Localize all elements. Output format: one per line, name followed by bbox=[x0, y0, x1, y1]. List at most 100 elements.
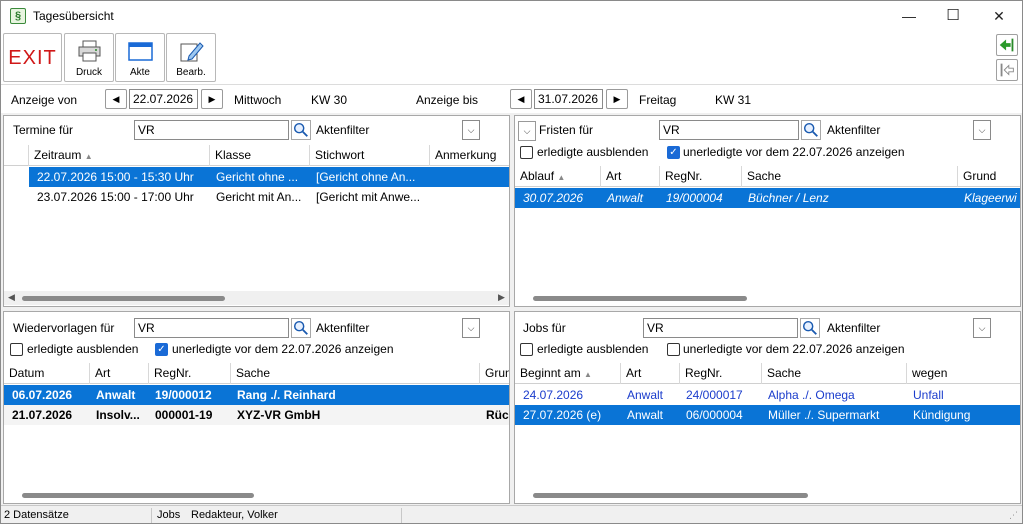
table-row[interactable]: 30.07.2026 Anwalt 19/000004 Büchner / Le… bbox=[515, 188, 1020, 208]
sort-asc-icon: ▲ bbox=[584, 370, 592, 379]
magnifier-icon bbox=[803, 122, 818, 137]
scrollbar-thumb[interactable] bbox=[533, 493, 808, 498]
deadlines-search-button[interactable] bbox=[801, 120, 821, 140]
edit-button[interactable]: Bearb. bbox=[166, 33, 216, 82]
column-header[interactable]: wegen bbox=[907, 363, 1020, 384]
column-header[interactable]: Art bbox=[601, 166, 660, 187]
table-cell: 21.07.2026 bbox=[12, 408, 73, 422]
status-bar: 2 Datensätze Jobs Redakteur, Volker ⋰ bbox=[1, 505, 1022, 523]
date-from-next-button[interactable]: ▶ bbox=[201, 89, 223, 109]
date-range-bar: Anzeige von ◀ 22.07.2026 ▶ Mittwoch KW 3… bbox=[1, 85, 1022, 113]
column-header[interactable]: Art bbox=[621, 363, 680, 384]
date-to-field[interactable]: 31.07.2026 bbox=[534, 89, 603, 109]
appointments-panel: Termine für VR Aktenfilter ⌵ Zeitraum ▲ … bbox=[3, 115, 510, 307]
hide-done-label: erledigte ausblenden bbox=[537, 342, 649, 356]
deadlines-collapse-toggle[interactable]: ⌵ bbox=[518, 121, 536, 141]
scrollbar-thumb[interactable] bbox=[22, 296, 225, 301]
maximize-button[interactable]: ☐ bbox=[930, 1, 976, 31]
column-header[interactable]: Beginnt am ▲ bbox=[515, 363, 621, 384]
jobs-label: Jobs für bbox=[523, 321, 566, 335]
date-to-next-button[interactable]: ▶ bbox=[606, 89, 628, 109]
close-button[interactable]: ✕ bbox=[976, 1, 1022, 31]
table-row[interactable]: 21.07.2026 Insolv... 000001-19 XYZ-VR Gm… bbox=[4, 405, 509, 425]
exit-button[interactable]: EXIT bbox=[3, 33, 62, 82]
table-row[interactable]: 22.07.2026 15:00 - 15:30 Uhr Gericht ohn… bbox=[4, 167, 509, 187]
show-open-label: unerledigte vor dem 22.07.2026 anzeigen bbox=[683, 145, 905, 159]
column-header[interactable]: Sache bbox=[742, 166, 958, 187]
appointments-search-input[interactable]: VR bbox=[134, 120, 289, 140]
table-cell: 06/000004 bbox=[686, 408, 743, 422]
date-from-prev-button[interactable]: ◀ bbox=[105, 89, 127, 109]
magnifier-icon bbox=[293, 320, 308, 335]
print-button[interactable]: Druck bbox=[64, 33, 114, 82]
table-cell: Anwalt bbox=[607, 191, 644, 205]
horizontal-scrollbar[interactable]: ◀ ▶ bbox=[4, 291, 509, 305]
date-to-prev-button[interactable]: ◀ bbox=[510, 89, 532, 109]
table-cell: 19/000004 bbox=[666, 191, 723, 205]
column-header[interactable]: Datum bbox=[4, 363, 90, 384]
column-header[interactable]: Anmerkung bbox=[430, 145, 509, 166]
chevron-down-icon: ⌵ bbox=[467, 323, 475, 333]
horizontal-scrollbar[interactable] bbox=[515, 488, 1020, 502]
deadlines-search-input[interactable]: VR bbox=[659, 120, 799, 140]
file-button[interactable]: Akte bbox=[115, 33, 165, 82]
resubmissions-table-header: Datum Art RegNr. Sache Grun bbox=[4, 363, 509, 384]
deadlines-panel: ⌵ Fristen für VR Aktenfilter ⌵ erledigte… bbox=[514, 115, 1021, 307]
minimize-button[interactable]: — bbox=[886, 1, 932, 31]
deadlines-filter-dropdown[interactable]: ⌵ bbox=[973, 120, 991, 140]
column-header[interactable]: Grun bbox=[480, 363, 509, 384]
column-header[interactable]: RegNr. bbox=[660, 166, 742, 187]
jobs-search-button[interactable] bbox=[800, 318, 820, 338]
appointments-filter-dropdown[interactable]: ⌵ bbox=[462, 120, 480, 140]
column-header[interactable]: Sache bbox=[762, 363, 907, 384]
deadlines-label: Fristen für bbox=[539, 123, 594, 137]
column-header[interactable]: Klasse bbox=[210, 145, 310, 166]
column-header[interactable]: Sache bbox=[231, 363, 480, 384]
column-header[interactable]: Ablauf ▲ bbox=[515, 166, 601, 187]
table-row[interactable]: 23.07.2026 15:00 - 17:00 Uhr Gericht mit… bbox=[4, 187, 509, 207]
column-header[interactable]: Grund bbox=[958, 166, 1020, 187]
scrollbar-thumb[interactable] bbox=[533, 296, 747, 301]
nav-back-button[interactable] bbox=[996, 59, 1018, 81]
arrow-left-green-icon bbox=[999, 38, 1014, 52]
date-to-week: KW 31 bbox=[715, 93, 752, 107]
jobs-filter-label: Aktenfilter bbox=[827, 321, 881, 335]
column-header[interactable]: Zeitraum ▲ bbox=[29, 145, 210, 166]
date-from-field[interactable]: 22.07.2026 bbox=[129, 89, 198, 109]
table-cell: 19/000012 bbox=[155, 388, 212, 402]
column-header[interactable]: Art bbox=[90, 363, 149, 384]
show-open-checkbox[interactable]: ✓ bbox=[667, 146, 680, 159]
table-cell: Anwalt bbox=[96, 388, 136, 402]
resubmissions-search-button[interactable] bbox=[291, 318, 311, 338]
chevron-down-icon: ⌵ bbox=[467, 125, 475, 135]
jobs-filter-dropdown[interactable]: ⌵ bbox=[973, 318, 991, 338]
column-header[interactable]: Stichwort bbox=[310, 145, 430, 166]
hide-done-checkbox[interactable] bbox=[520, 146, 533, 159]
show-open-checkbox[interactable]: ✓ bbox=[155, 343, 168, 356]
scroll-right-icon: ▶ bbox=[498, 292, 505, 302]
file-label: Akte bbox=[129, 67, 150, 78]
horizontal-scrollbar[interactable] bbox=[515, 291, 1020, 305]
deadlines-table-header: Ablauf ▲ Art RegNr. Sache Grund bbox=[515, 166, 1020, 187]
appointments-search-button[interactable] bbox=[291, 120, 311, 140]
jobs-search-input[interactable]: VR bbox=[643, 318, 798, 338]
scrollbar-thumb[interactable] bbox=[22, 493, 254, 498]
hide-done-checkbox[interactable] bbox=[520, 343, 533, 356]
table-row[interactable]: 27.07.2026 (e) Anwalt 06/000004 Müller .… bbox=[515, 405, 1020, 425]
resubmissions-filter-dropdown[interactable]: ⌵ bbox=[462, 318, 480, 338]
horizontal-scrollbar[interactable] bbox=[4, 488, 509, 502]
resubmissions-search-input[interactable]: VR bbox=[134, 318, 289, 338]
column-header[interactable]: RegNr. bbox=[149, 363, 231, 384]
column-header[interactable]: RegNr. bbox=[680, 363, 762, 384]
table-cell: Anwalt bbox=[627, 388, 664, 402]
table-row[interactable]: 06.07.2026 Anwalt 19/000012 Rang ./. Rei… bbox=[4, 385, 509, 405]
show-open-label: unerledigte vor dem 22.07.2026 anzeigen bbox=[172, 342, 394, 356]
nav-forward-button[interactable] bbox=[996, 34, 1018, 56]
appointments-filter-label: Aktenfilter bbox=[316, 123, 370, 137]
show-open-checkbox[interactable] bbox=[667, 343, 680, 356]
magnifier-icon bbox=[802, 320, 817, 335]
table-cell: Kündigung bbox=[913, 408, 971, 422]
resize-grip-icon[interactable]: ⋰ bbox=[1009, 510, 1018, 521]
table-row[interactable]: 24.07.2026 Anwalt 24/000017 Alpha ./. Om… bbox=[515, 385, 1020, 405]
hide-done-checkbox[interactable] bbox=[10, 343, 23, 356]
